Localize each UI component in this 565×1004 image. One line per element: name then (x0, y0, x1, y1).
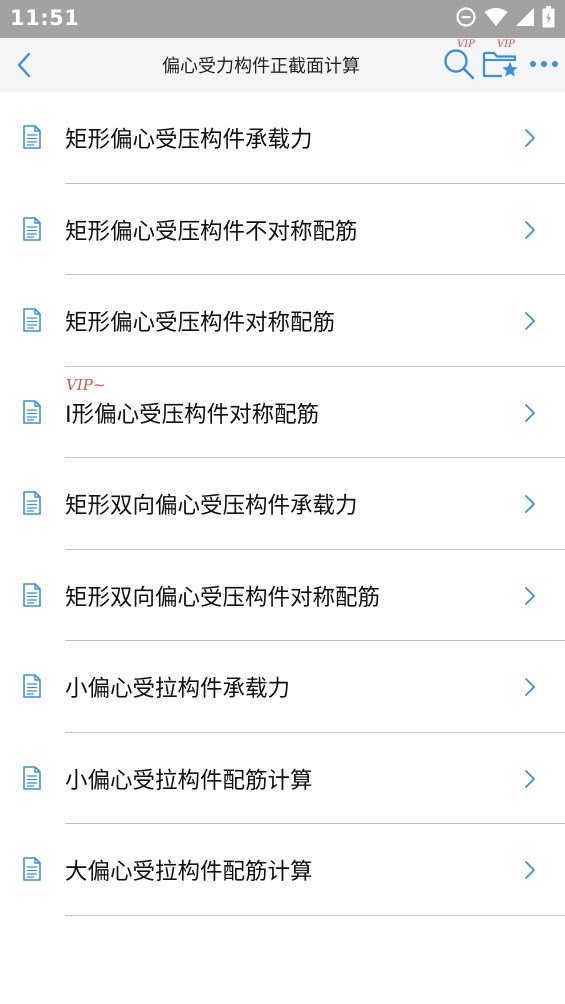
signal-icon (515, 7, 535, 31)
list-item-2[interactable]: 矩形偏心受压构件对称配筋 (0, 275, 565, 367)
nav-bar: 偏心受力构件正截面计算 VIP VIP (0, 38, 565, 92)
more-button[interactable] (527, 46, 561, 82)
favorite-folder-button[interactable]: VIP (481, 39, 521, 82)
chevron-left-icon (17, 52, 31, 78)
list-item-1[interactable]: 矩形偏心受压构件不对称配筋 (0, 184, 565, 275)
back-button[interactable] (8, 48, 40, 82)
chevron-right-icon (525, 678, 535, 696)
menu-list: 矩形偏心受压构件承载力 矩形偏心受压构件不对称配筋 矩形偏心受压构件对称配筋 V… (0, 92, 565, 916)
list-item-6[interactable]: 小偏心受拉构件承载力 (0, 641, 565, 733)
document-icon (23, 491, 41, 515)
document-icon (23, 308, 41, 332)
search-vip-tag: VIP (457, 39, 475, 50)
document-icon (23, 125, 41, 149)
list-item-3[interactable]: VIP~ I形偏心受压构件对称配筋 (0, 367, 565, 458)
document-icon (23, 582, 41, 607)
document-icon (23, 674, 41, 698)
list-item-7[interactable]: 小偏心受拉构件配筋计算 (0, 733, 565, 824)
do-not-disturb-icon (455, 6, 477, 32)
list-item-label: 矩形双向偏心受压构件承载力 (65, 493, 358, 519)
chevron-right-icon (525, 495, 535, 513)
divider (65, 914, 565, 916)
battery-icon (542, 6, 555, 32)
vip-badge: VIP~ (66, 375, 106, 394)
list-item-label: 大偏心受拉构件配筋计算 (65, 859, 313, 885)
favorite-vip-tag: VIP (497, 39, 515, 50)
list-item-0[interactable]: 矩形偏心受压构件承载力 (0, 92, 565, 184)
list-item-label: 小偏心受拉构件承载力 (65, 676, 291, 702)
status-icons (455, 6, 555, 32)
wifi-icon (484, 7, 508, 31)
status-bar: 11:51 (0, 0, 565, 38)
list-item-label: 矩形双向偏心受压构件对称配筋 (65, 584, 381, 611)
list-item-8[interactable]: 大偏心受拉构件配筋计算 (0, 824, 565, 916)
list-item-label: 矩形偏心受压构件承载力 (65, 127, 313, 153)
page-title: 偏心受力构件正截面计算 (162, 56, 360, 77)
list-item-label: 小偏心受拉构件配筋计算 (65, 767, 313, 794)
folder-star-icon (482, 51, 518, 78)
chevron-right-icon (525, 220, 535, 239)
more-icon (530, 61, 558, 67)
search-icon (444, 49, 475, 80)
chevron-right-icon (525, 129, 535, 147)
search-button[interactable]: VIP (441, 39, 477, 82)
chevron-right-icon (525, 403, 535, 422)
document-icon (23, 857, 41, 881)
chevron-right-icon (525, 586, 535, 605)
document-icon (23, 216, 41, 241)
chevron-right-icon (525, 312, 535, 330)
chevron-right-icon (525, 861, 535, 879)
list-item-4[interactable]: 矩形双向偏心受压构件承载力 (0, 458, 565, 550)
list-item-5[interactable]: 矩形双向偏心受压构件对称配筋 (0, 550, 565, 641)
list-item-label: 矩形偏心受压构件不对称配筋 (65, 218, 358, 245)
chevron-right-icon (525, 769, 535, 788)
status-time: 11:51 (10, 6, 80, 30)
list-item-label: 矩形偏心受压构件对称配筋 (65, 310, 336, 336)
list-item-label: I形偏心受压构件对称配筋 (65, 401, 320, 428)
document-icon (23, 765, 41, 790)
document-icon (23, 399, 41, 424)
